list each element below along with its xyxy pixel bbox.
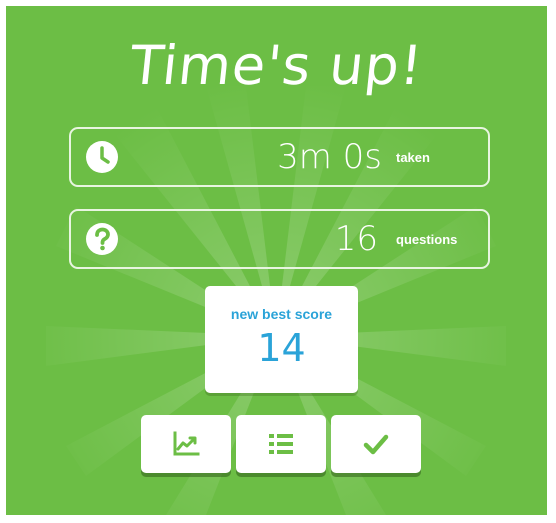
best-score-value: 14 xyxy=(257,326,306,370)
page-title: Time's up! xyxy=(126,34,427,97)
clock-icon xyxy=(86,141,118,173)
stats-button[interactable] xyxy=(141,415,231,473)
best-score-label: new best score xyxy=(230,306,333,322)
check-icon xyxy=(363,434,389,455)
questions-value: 16 xyxy=(334,219,378,259)
time-taken-value: 3m 0s xyxy=(277,137,382,177)
chart-icon xyxy=(173,431,200,456)
question-icon xyxy=(86,223,118,255)
stat-row-taken: 3m 0s taken xyxy=(69,127,490,187)
list-button[interactable] xyxy=(236,415,326,473)
results-panel: Time's up! 3m 0s taken 16 questions new … xyxy=(6,6,547,515)
time-taken-label: taken xyxy=(396,150,430,165)
best-score-card: new best score 14 xyxy=(205,286,358,393)
questions-label: questions xyxy=(396,232,458,247)
done-button[interactable] xyxy=(331,415,421,473)
stat-row-questions: 16 questions xyxy=(69,209,490,269)
list-icon xyxy=(269,434,293,454)
